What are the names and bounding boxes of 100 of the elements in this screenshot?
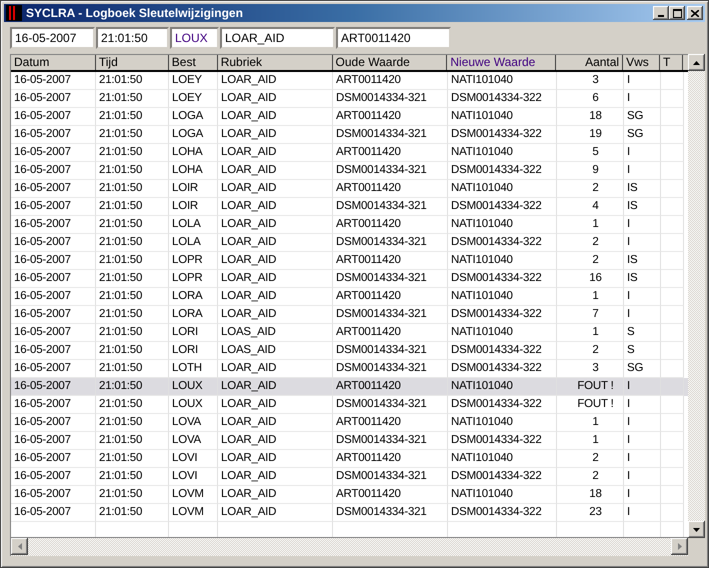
table-cell: ART0011420 xyxy=(336,380,401,392)
scroll-up-button[interactable] xyxy=(688,54,705,71)
horizontal-scrollbar[interactable] xyxy=(10,538,688,556)
table-cell: LOUX xyxy=(172,398,203,410)
table-cell: I xyxy=(627,488,630,500)
table-cell: LOAR_AID xyxy=(221,398,276,410)
table-cell: 21:01:50 xyxy=(99,164,142,176)
table-cell: LOAR_AID xyxy=(221,128,276,140)
table-cell: LOAR_AID xyxy=(221,200,276,212)
table-cell: LOIR xyxy=(172,200,198,212)
table-cell: 21:01:50 xyxy=(99,470,142,482)
vertical-scrollbar[interactable] xyxy=(688,54,705,538)
table-cell: LOAR_AID xyxy=(221,218,276,230)
table-cell: 16 xyxy=(589,272,602,284)
table-cell: 1 xyxy=(592,326,599,338)
table-cell: 21:01:50 xyxy=(99,398,142,410)
table-cell: LORA xyxy=(172,290,203,302)
table-cell: I xyxy=(627,218,630,230)
table-cell: NATI101040 xyxy=(451,290,513,302)
table-cell: 1 xyxy=(592,416,599,428)
table-cell: DSM0014334-321 xyxy=(336,236,427,248)
table-cell: LOAR_AID xyxy=(221,506,276,518)
table-cell: LOAR_AID xyxy=(221,470,276,482)
column-header[interactable]: Best xyxy=(168,55,218,70)
table-cell: LOAR_AID xyxy=(221,308,276,320)
table-cell: 21:01:50 xyxy=(99,110,142,122)
table-cell: 16-05-2007 xyxy=(14,146,71,158)
column-header[interactable]: Nieuwe Waarde xyxy=(447,55,556,70)
table-cell: LOVM xyxy=(172,488,204,500)
table-cell: DSM0014334-322 xyxy=(451,236,542,248)
scroll-left-button[interactable] xyxy=(11,538,28,555)
table-cell: LOPR xyxy=(172,254,203,266)
table-cell: 1 xyxy=(592,290,599,302)
column-header[interactable]: T xyxy=(660,55,684,70)
column-header[interactable]: Rubriek xyxy=(218,55,333,70)
column-header[interactable]: Aantal xyxy=(556,55,624,70)
maximize-icon xyxy=(672,8,682,18)
scroll-down-button[interactable] xyxy=(688,521,705,538)
table-cell: LOAR_AID xyxy=(221,416,276,428)
table-cell: 2 xyxy=(592,344,599,356)
column-header[interactable]: Tijd xyxy=(96,55,169,70)
column-header[interactable]: Vws xyxy=(623,55,660,70)
table-cell: DSM0014334-322 xyxy=(451,128,542,140)
filter-field[interactable]: LOUX xyxy=(170,27,219,49)
table-cell: 16-05-2007 xyxy=(14,380,71,392)
table-cell: 1 xyxy=(592,434,599,446)
table-cell: LORI xyxy=(172,326,198,338)
close-icon xyxy=(691,10,699,16)
table-cell: SG xyxy=(627,128,644,140)
table-cell: LOAR_AID xyxy=(221,290,276,302)
table-cell: IS xyxy=(627,272,638,284)
filter-field[interactable]: ART0011420 xyxy=(336,27,451,49)
table-cell: ART0011420 xyxy=(336,326,401,338)
table-cell: LOEY xyxy=(172,92,202,104)
table-cell: 21:01:50 xyxy=(99,344,142,356)
maximize-button[interactable] xyxy=(669,6,685,20)
table-cell: 2 xyxy=(592,452,599,464)
table-cell: 3 xyxy=(592,362,599,374)
table-cell: 23 xyxy=(589,506,602,518)
table-cell: ART0011420 xyxy=(336,74,401,86)
table-cell: 21:01:50 xyxy=(99,92,142,104)
table-cell: I xyxy=(627,398,630,410)
table-cell: LOAR_AID xyxy=(221,362,276,374)
table-cell: LOHA xyxy=(172,164,203,176)
table-cell: DSM0014334-321 xyxy=(336,506,427,518)
triangle-down-icon xyxy=(693,528,700,532)
table-cell: NATI101040 xyxy=(451,110,513,122)
table-cell: ART0011420 xyxy=(336,110,401,122)
table-cell: 21:01:50 xyxy=(99,416,142,428)
table-cell: LORA xyxy=(172,308,203,320)
column-header[interactable]: Oude Waarde xyxy=(332,55,448,70)
table-row[interactable]: 16-05-2007 21:01:50 LOUX LOAR_AID ART0011420 NATI101040 FOUT ! I xyxy=(11,378,688,396)
filter-field[interactable]: 21:01:50 xyxy=(96,27,169,49)
table-cell: DSM0014334-321 xyxy=(336,362,427,374)
table-cell: DSM0014334-322 xyxy=(451,92,542,104)
table-cell: DSM0014334-321 xyxy=(336,398,427,410)
close-button[interactable] xyxy=(687,6,703,20)
table-cell: LOIR xyxy=(172,182,198,194)
table-cell: 4 xyxy=(592,200,599,212)
table-cell: DSM0014334-322 xyxy=(451,344,542,356)
table-cell: DSM0014334-322 xyxy=(451,362,542,374)
table-cell: 16-05-2007 xyxy=(14,290,71,302)
table-cell: 16-05-2007 xyxy=(14,164,71,176)
app-icon xyxy=(6,5,22,21)
scroll-right-button[interactable] xyxy=(671,538,688,555)
minimize-button[interactable] xyxy=(653,6,669,20)
table-cell: NATI101040 xyxy=(451,74,513,86)
table-cell: LOVA xyxy=(172,434,202,446)
table-cell: DSM0014334-322 xyxy=(451,398,542,410)
table-cell: NATI101040 xyxy=(451,488,513,500)
filter-field[interactable]: LOAR_AID xyxy=(220,27,335,49)
table-cell: I xyxy=(627,290,630,302)
table-cell: I xyxy=(627,92,630,104)
table-cell: 21:01:50 xyxy=(99,200,142,212)
column-header[interactable]: Datum xyxy=(11,55,96,70)
table-cell: LOAR_AID xyxy=(221,236,276,248)
triangle-right-icon xyxy=(678,543,682,550)
filter-field[interactable]: 16-05-2007 xyxy=(10,27,95,49)
triangle-left-icon xyxy=(18,543,22,550)
table-cell: LOVI xyxy=(172,470,198,482)
